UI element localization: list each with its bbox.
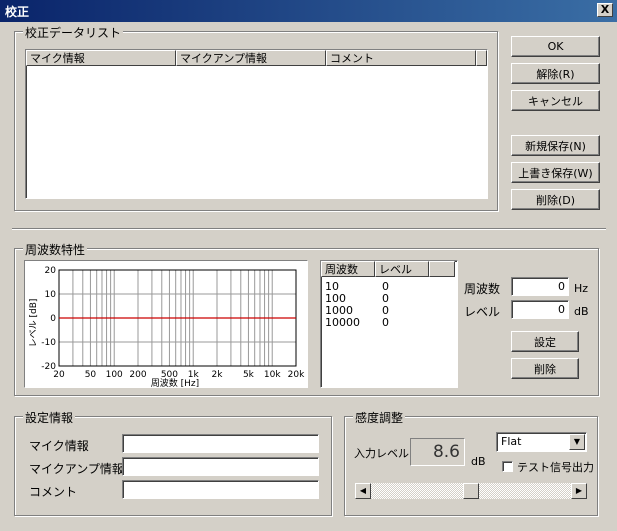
chart-xtick-label: 10k: [264, 370, 281, 380]
freq-row-freq[interactable]: 10000: [325, 316, 360, 329]
comment-label: コメント: [29, 485, 78, 499]
cancel-button[interactable]: キャンセル: [511, 90, 600, 111]
sensitivity-legend: 感度調整: [353, 409, 406, 426]
level-input-label: レベル: [464, 305, 501, 319]
test-signal-label: テスト信号出力: [517, 461, 594, 474]
test-signal-checkbox[interactable]: [502, 461, 513, 472]
sensitivity-slider[interactable]: ◀ ▶: [355, 483, 587, 499]
freq-column-header[interactable]: 周波数: [321, 261, 375, 277]
slider-thumb[interactable]: [463, 483, 479, 499]
chart-ytick-label: 20: [45, 266, 57, 276]
separator: [12, 228, 606, 230]
chevron-right-icon[interactable]: ▶: [571, 483, 587, 499]
chart-xtick-label: 500: [161, 370, 178, 380]
chart-xtick-label: 20k: [288, 370, 305, 380]
freq-input-value: 0: [558, 280, 565, 293]
calibration-list-legend: 校正データリスト: [23, 24, 124, 41]
level-unit: dB: [574, 305, 589, 318]
calibration-list-group: 校正データリスト マイク情報 マイクアンプ情報 コメント: [14, 24, 498, 211]
input-level-unit: dB: [471, 455, 486, 468]
chart-ytick-label: 0: [50, 314, 56, 324]
frequency-chart: レベル [dB] 周波数 [Hz] 20100-10-2020 50 100 200 5…: [29, 266, 305, 387]
delete-freq-button[interactable]: 削除: [511, 358, 579, 379]
chart-xtick-label: 20: [53, 370, 65, 380]
settings-legend: 設定情報: [23, 409, 76, 426]
amp-info-label: マイクアンプ情報: [29, 462, 124, 476]
chevron-left-icon[interactable]: ◀: [355, 483, 371, 499]
level-input-value: 0: [558, 303, 565, 316]
input-level-value: 8.6: [432, 442, 460, 462]
mic-info-label: マイク情報: [29, 439, 89, 453]
chevron-down-icon[interactable]: ▼: [569, 434, 585, 450]
frequency-chart-box: レベル [dB] 周波数 [Hz] 20 10 0 -10 -20 20 50 100 200 5…: [24, 260, 308, 388]
mic-info-input[interactable]: [122, 434, 319, 453]
set-button[interactable]: 設定: [511, 331, 579, 352]
chart-xtick-label: 2k: [212, 370, 224, 380]
column-header-comment[interactable]: コメント: [326, 50, 476, 66]
freq-unit: Hz: [574, 282, 589, 295]
amp-info-input[interactable]: [122, 457, 319, 476]
column-header-amp[interactable]: マイクアンプ情報: [176, 50, 326, 66]
save-new-button[interactable]: 新規保存(N): [511, 135, 600, 156]
close-button[interactable]: X: [597, 3, 613, 17]
window-title: 校正: [5, 5, 30, 19]
overwrite-save-button[interactable]: 上書き保存(W): [511, 162, 600, 183]
weighting-select[interactable]: Flat ▼: [496, 432, 587, 452]
title-bar: 校正 X: [0, 0, 617, 22]
ok-button[interactable]: OK: [511, 36, 600, 57]
freq-row-level[interactable]: 0: [382, 316, 389, 329]
input-level-display: 8.6: [410, 438, 465, 466]
chart-xtick-label: 1k: [188, 370, 200, 380]
weighting-value: Flat: [501, 435, 522, 448]
column-header-mic[interactable]: マイク情報: [26, 50, 176, 66]
column-header-filler: [476, 50, 487, 66]
chart-xtick-label: 50: [85, 370, 97, 380]
comment-input[interactable]: [122, 480, 319, 499]
level-input[interactable]: 0: [511, 300, 569, 319]
release-button[interactable]: 解除(R): [511, 63, 600, 84]
freq-input[interactable]: 0: [511, 277, 569, 296]
level-column-header[interactable]: レベル: [375, 261, 429, 277]
chart-xtick-label: 200: [129, 370, 146, 380]
chart-xtick-label: 5k: [243, 370, 255, 380]
chart-ylabel: レベル [dB]: [29, 299, 39, 348]
input-level-label: 入力レベル: [354, 447, 409, 460]
calibration-list[interactable]: マイク情報 マイクアンプ情報 コメント: [25, 49, 488, 199]
frequency-legend: 周波数特性: [23, 241, 88, 258]
freq-input-label: 周波数: [464, 282, 501, 296]
chart-xtick-label: 100: [106, 370, 123, 380]
column-header-filler: [429, 261, 455, 277]
chart-ytick-label: 10: [45, 290, 57, 300]
chart-ytick-label: -10: [41, 338, 56, 348]
delete-entry-button[interactable]: 削除(D): [511, 189, 600, 210]
frequency-table[interactable]: 周波数 レベル 10 0 100 0 1000 0 10000 0: [320, 260, 458, 388]
